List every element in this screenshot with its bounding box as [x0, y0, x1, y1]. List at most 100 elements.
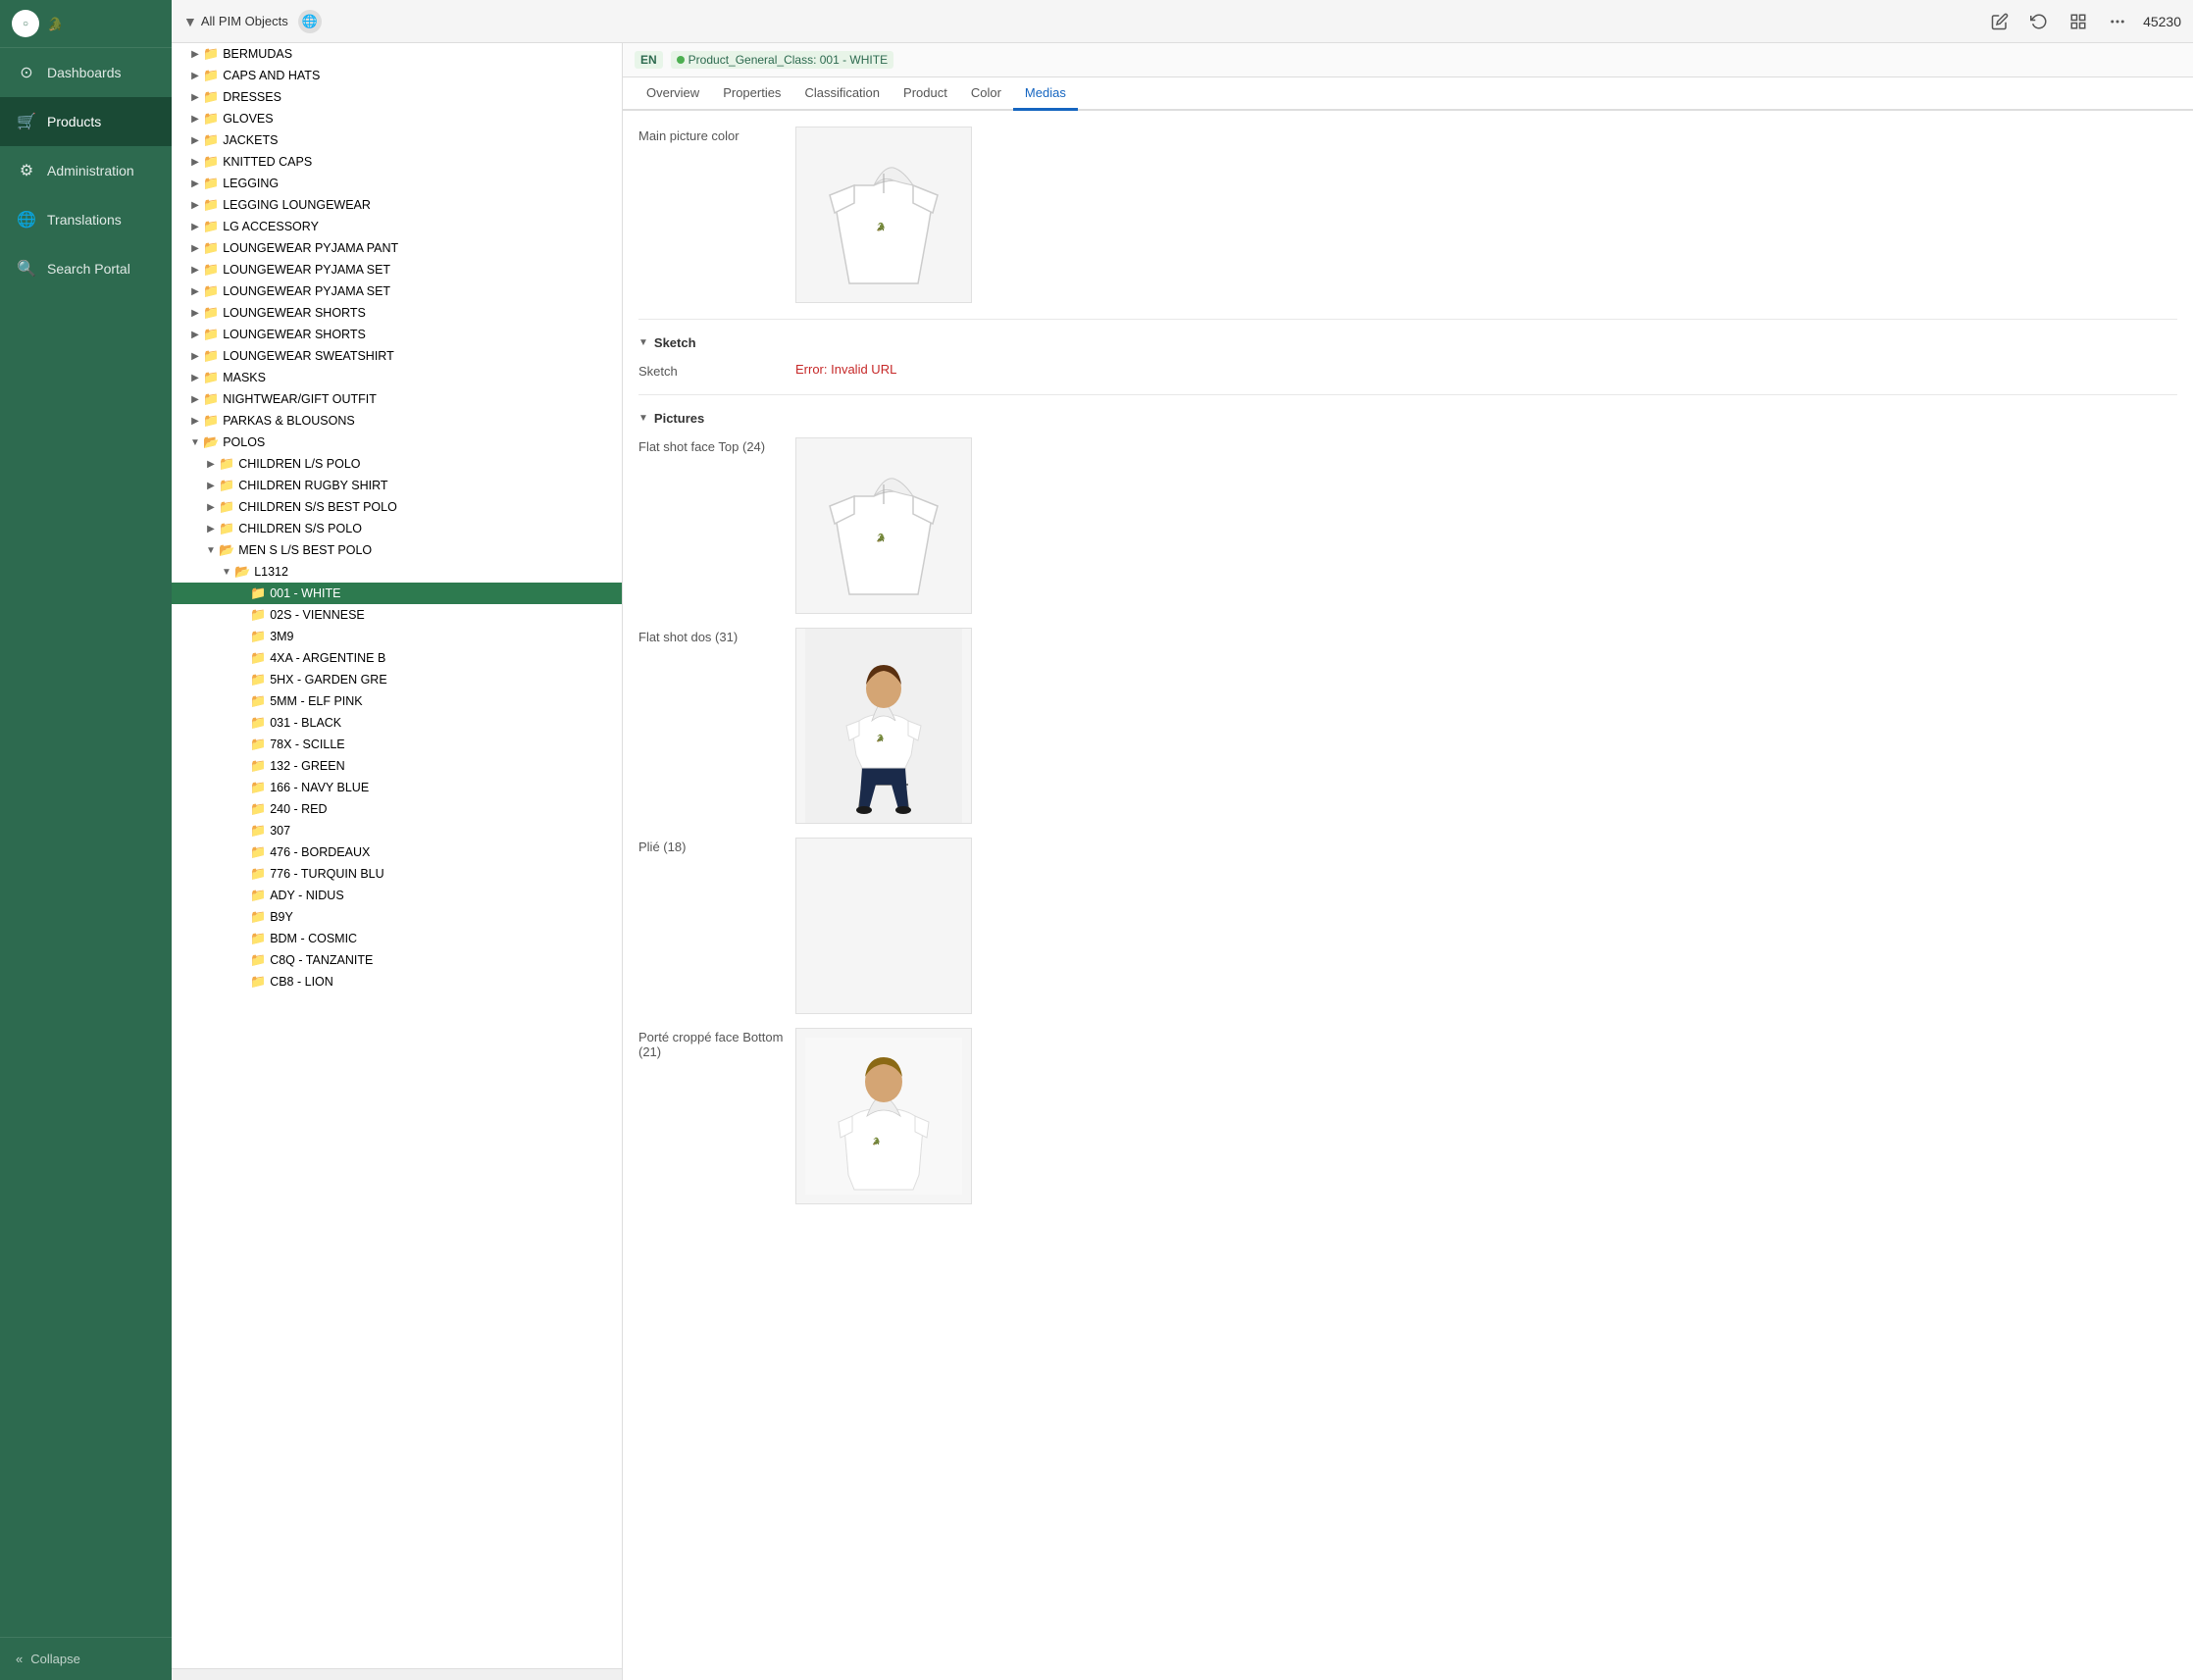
tree-label: 5MM - ELF PINK — [270, 694, 362, 708]
edit-button[interactable] — [1986, 8, 2014, 35]
tree-item-776-turquin-blu[interactable]: 📁776 - TURQUIN BLU — [172, 863, 622, 885]
sidebar-item-dashboards[interactable]: ⊙ Dashboards — [0, 48, 172, 97]
tab-medias[interactable]: Medias — [1013, 77, 1078, 111]
refresh-button[interactable] — [2025, 8, 2053, 35]
folder-icon: 📁 — [250, 672, 266, 687]
tree-item-ady-nidus[interactable]: 📁 ADY - NIDUS — [172, 885, 622, 906]
folder-icon: 📁 — [250, 693, 266, 709]
folder-icon: 📁 — [250, 585, 266, 601]
toolbar-left: ▼ All PIM Objects 🌐 — [183, 10, 322, 33]
tree-item-b9y[interactable]: 📁B9Y — [172, 906, 622, 928]
tree-item-children-ss-best-polo[interactable]: ▶📁CHILDREN S/S BEST POLO — [172, 496, 622, 518]
tab-classification[interactable]: Classification — [792, 77, 892, 111]
folder-icon: 📁 — [219, 521, 234, 536]
administration-icon: ⚙ — [16, 160, 37, 181]
tree-item-001-white[interactable]: 📁001 - WHITE — [172, 583, 622, 604]
tree-label: BDM - COSMIC — [270, 932, 357, 945]
tree-item-children-rugby-shirt[interactable]: ▶📁CHILDREN RUGBY SHIRT — [172, 475, 622, 496]
tree-item-children-ss-polo[interactable]: ▶📁CHILDREN S/S POLO — [172, 518, 622, 539]
tree-item-loungewear-shorts[interactable]: ▶📁LOUNGEWEAR SHORTS — [172, 302, 622, 324]
tree-item-02s-viennese[interactable]: 📁02S - VIENNESE — [172, 604, 622, 626]
tab-product[interactable]: Product — [892, 77, 959, 111]
tree-item-031-black[interactable]: 📁031 - BLACK — [172, 712, 622, 734]
tree-item-polos[interactable]: ▼📂POLOS — [172, 432, 622, 453]
tree-item-78x-scille[interactable]: 📁78X - SCILLE — [172, 734, 622, 755]
tree-item-men-s-ls-best-polo[interactable]: ▼📂MEN S L/S BEST POLO — [172, 539, 622, 561]
section-divider-2 — [638, 394, 2177, 395]
tree-panel: ▶📁BERMUDAS▶📁CAPS AND HATS▶📁DRESSES▶📁GLOV… — [172, 43, 623, 1680]
porte-croppe-label: Porté croppé face Bottom (21) — [638, 1028, 795, 1059]
globe-icon[interactable]: 🌐 — [298, 10, 322, 33]
tree-item-5mm-elf-pink[interactable]: 📁 5MM - ELF PINK — [172, 690, 622, 712]
tree-scroll[interactable]: ▶📁BERMUDAS▶📁CAPS AND HATS▶📁DRESSES▶📁GLOV… — [172, 43, 622, 1668]
tree-item-l1312[interactable]: ▼📂L1312 — [172, 561, 622, 583]
tree-item-cb8-lion[interactable]: 📁CB8 - LION — [172, 971, 622, 993]
tree-item-dresses[interactable]: ▶📁DRESSES — [172, 86, 622, 108]
tree-label: CAPS AND HATS — [223, 69, 320, 82]
medias-content[interactable]: Main picture color — [623, 111, 2193, 1680]
folder-icon: 📁 — [203, 391, 219, 407]
tree-item-legging[interactable]: ▶📁LEGGING — [172, 173, 622, 194]
tree-item-legging-loungewear[interactable]: ▶📁LEGGING LOUNGEWEAR — [172, 194, 622, 216]
sketch-section-header[interactable]: ▼ Sketch — [638, 335, 2177, 350]
tree-item-bermudas[interactable]: ▶📁BERMUDAS — [172, 43, 622, 65]
tree-item-masks[interactable]: ▶📁MASKS — [172, 367, 622, 388]
more-button[interactable] — [2104, 8, 2131, 35]
tree-label: L1312 — [254, 565, 288, 579]
collapse-button[interactable]: « Collapse — [0, 1637, 172, 1680]
tree-item-caps-hats[interactable]: ▶📁CAPS AND HATS — [172, 65, 622, 86]
tree-item-240-red[interactable]: 📁240 - RED — [172, 798, 622, 820]
tree-item-loungewear-shorts2[interactable]: ▶📁LOUNGEWEAR SHORTS — [172, 324, 622, 345]
folder-icon: 📁 — [203, 111, 219, 127]
sidebar-item-translations[interactable]: 🌐 Translations — [0, 195, 172, 244]
sidebar-item-search-portal[interactable]: 🔍 Search Portal — [0, 244, 172, 293]
tree-item-307[interactable]: 📁307 — [172, 820, 622, 841]
tree-item-loungewear-pyjama-set2[interactable]: ▶📁LOUNGEWEAR PYJAMA SET — [172, 280, 622, 302]
filter-dropdown[interactable]: ▼ All PIM Objects — [183, 14, 288, 29]
tree-item-nightwear-gift[interactable]: ▶📁NIGHTWEAR/GIFT OUTFIT — [172, 388, 622, 410]
tree-label: LG ACCESSORY — [223, 220, 319, 233]
tree-label: PARKAS & BLOUSONS — [223, 414, 355, 428]
folder-icon: 📁 — [250, 844, 266, 860]
tree-arrow: ▼ — [187, 437, 203, 448]
folder-icon: 📁 — [219, 478, 234, 493]
detail-header: EN Product_General_Class: 001 - WHITE — [623, 43, 2193, 77]
tree-item-4xa-argentine-b[interactable]: 📁4XA - ARGENTINE B — [172, 647, 622, 669]
tree-item-loungewear-pyjama-set[interactable]: ▶📁LOUNGEWEAR PYJAMA SET — [172, 259, 622, 280]
sidebar-item-administration[interactable]: ⚙ Administration — [0, 146, 172, 195]
tab-properties[interactable]: Properties — [711, 77, 792, 111]
tree-item-476-bordeaux[interactable]: 📁476 - BORDEAUX — [172, 841, 622, 863]
folder-icon: 📁 — [203, 46, 219, 62]
tab-color[interactable]: Color — [959, 77, 1013, 111]
tree-item-bdm-cosmic[interactable]: 📁BDM - COSMIC — [172, 928, 622, 949]
folder-icon: 📁 — [250, 888, 266, 903]
tree-arrow: ▶ — [187, 71, 203, 81]
pictures-section-header[interactable]: ▼ Pictures — [638, 411, 2177, 426]
tree-item-132-green[interactable]: 📁132 - GREEN — [172, 755, 622, 777]
tree-item-loungewear-sweatshirt[interactable]: ▶📁LOUNGEWEAR SWEATSHIRT — [172, 345, 622, 367]
tree-item-166-navy-blue[interactable]: 📁166 - NAVY BLUE — [172, 777, 622, 798]
tree-item-lg-accessory[interactable]: ▶📁LG ACCESSORY — [172, 216, 622, 237]
tree-item-jackets[interactable]: ▶📁JACKETS — [172, 129, 622, 151]
tree-arrow: ▶ — [203, 524, 219, 535]
tab-overview[interactable]: Overview — [635, 77, 711, 111]
tree-item-gloves[interactable]: ▶📁GLOVES — [172, 108, 622, 129]
sidebar-item-products[interactable]: 🛒 Products — [0, 97, 172, 146]
tree-label: ADY - NIDUS — [270, 889, 343, 902]
tree-item-children-ls-polo[interactable]: ▶📁CHILDREN L/S POLO — [172, 453, 622, 475]
tree-item-3m9[interactable]: 📁3M9 — [172, 626, 622, 647]
folder-icon: 📁 — [250, 952, 266, 968]
tree-item-5hx-garden-gre[interactable]: 📁5HX - GARDEN GRE — [172, 669, 622, 690]
tree-item-knitted-caps[interactable]: ▶📁KNITTED CAPS — [172, 151, 622, 173]
svg-text:🐊: 🐊 — [872, 1137, 881, 1145]
sketch-label: Sketch — [638, 362, 795, 379]
tree-item-parkas-blousons[interactable]: ▶📁PARKAS & BLOUSONS — [172, 410, 622, 432]
folder-icon: 📁 — [250, 650, 266, 666]
tree-item-loungewear-pyjama-pant[interactable]: ▶📁LOUNGEWEAR PYJAMA PANT — [172, 237, 622, 259]
tree-horizontal-scrollbar[interactable] — [172, 1668, 622, 1680]
folder-icon: 📁 — [219, 456, 234, 472]
folder-icon: 📁 — [250, 866, 266, 882]
folder-icon: 📁 — [250, 629, 266, 644]
tree-item-c8q-tanzanite[interactable]: 📁C8Q - TANZANITE — [172, 949, 622, 971]
layout-button[interactable] — [2065, 8, 2092, 35]
